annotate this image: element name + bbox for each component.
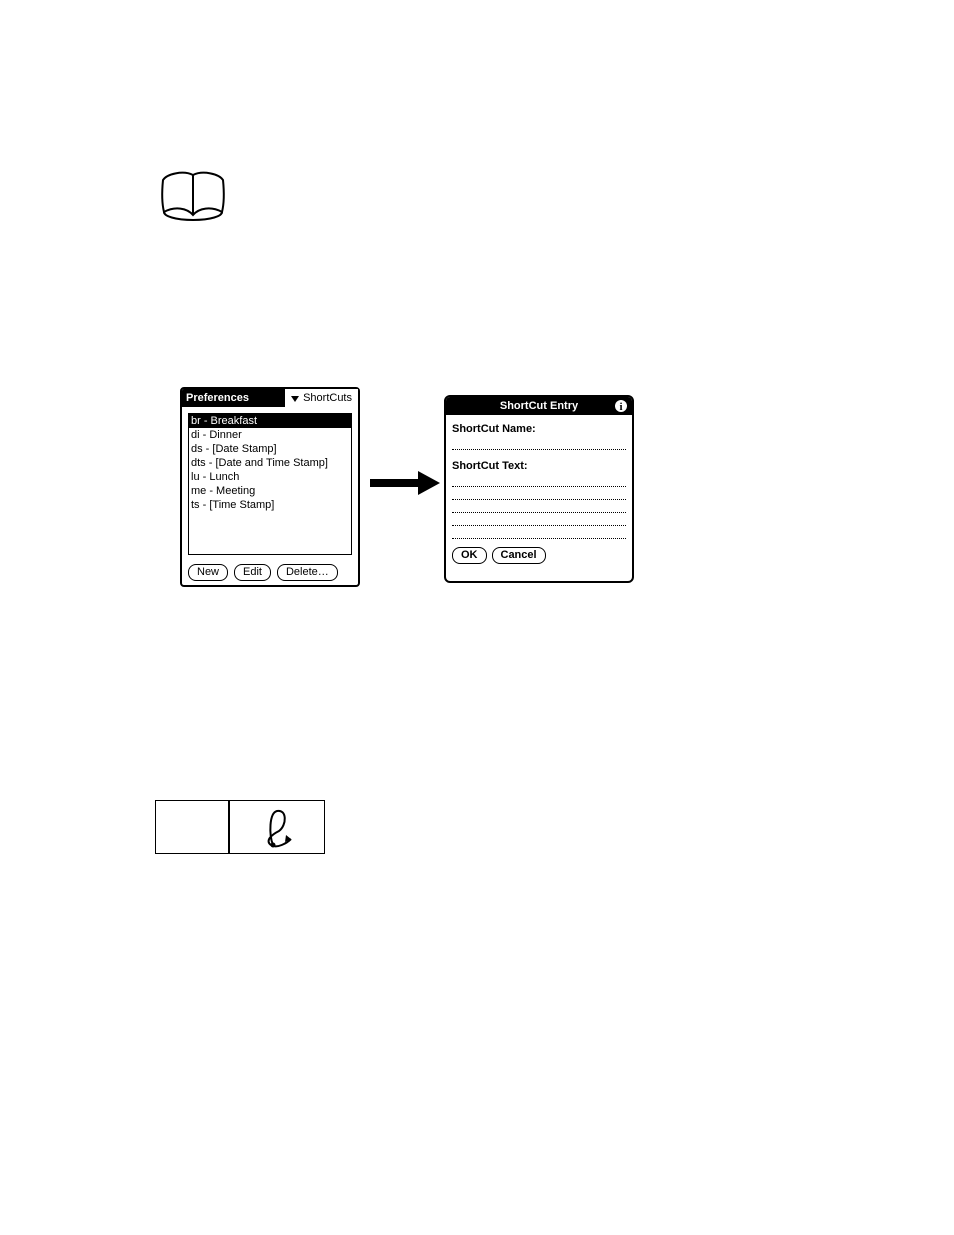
list-item[interactable]: di - Dinner (189, 428, 351, 442)
category-dropdown[interactable]: ShortCuts (285, 389, 358, 407)
category-dropdown-label: ShortCuts (303, 392, 352, 404)
shortcut-text-input[interactable] (452, 513, 626, 526)
button-row: New Edit Delete… (188, 564, 338, 581)
svg-text:i: i (619, 401, 622, 413)
list-item[interactable]: ts - [Time Stamp] (189, 498, 351, 512)
shortcut-name-input[interactable] (452, 437, 626, 450)
shortcut-text-input[interactable] (452, 526, 626, 539)
delete-button[interactable]: Delete… (277, 564, 338, 581)
preferences-title: Preferences (182, 392, 253, 404)
dialog-button-row: OK Cancel (452, 547, 626, 564)
shortcut-text-input[interactable] (452, 500, 626, 513)
preferences-titlebar: Preferences ShortCuts (182, 389, 358, 407)
arrow-icon (370, 468, 440, 501)
shortcut-entry-body: ShortCut Name: ShortCut Text: OK Cancel (446, 415, 632, 570)
info-icon[interactable]: i (614, 399, 628, 416)
shortcut-entry-title: ShortCut Entry (500, 400, 578, 412)
graffiti-box-right (229, 800, 325, 854)
cancel-button[interactable]: Cancel (492, 547, 546, 564)
book-icon (155, 170, 230, 228)
shortcut-stroke-icon (257, 805, 297, 849)
shortcut-text-label: ShortCut Text: (452, 460, 626, 472)
preferences-panel: Preferences ShortCuts br - Breakfast di … (180, 387, 360, 587)
list-item[interactable]: me - Meeting (189, 484, 351, 498)
list-item[interactable]: dts - [Date and Time Stamp] (189, 456, 351, 470)
list-item[interactable]: ds - [Date Stamp] (189, 442, 351, 456)
graffiti-box-left (155, 800, 229, 854)
chevron-down-icon (291, 394, 300, 403)
shortcut-entry-titlebar: ShortCut Entry i (446, 397, 632, 415)
shortcut-list[interactable]: br - Breakfast di - Dinner ds - [Date St… (188, 413, 352, 555)
ok-button[interactable]: OK (452, 547, 487, 564)
shortcut-list-container: br - Breakfast di - Dinner ds - [Date St… (182, 407, 358, 561)
new-button[interactable]: New (188, 564, 228, 581)
list-item[interactable]: lu - Lunch (189, 470, 351, 484)
shortcut-text-input[interactable] (452, 487, 626, 500)
shortcut-text-input[interactable] (452, 474, 626, 487)
shortcut-entry-panel: ShortCut Entry i ShortCut Name: ShortCut… (444, 395, 634, 583)
list-item[interactable]: br - Breakfast (189, 414, 351, 428)
edit-button[interactable]: Edit (234, 564, 271, 581)
shortcut-name-label: ShortCut Name: (452, 423, 626, 435)
